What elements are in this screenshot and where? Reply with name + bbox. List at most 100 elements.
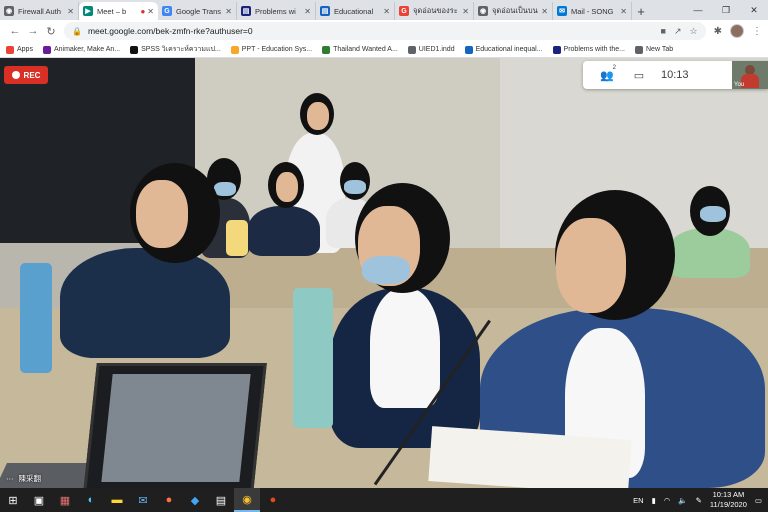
meeting-clock: 10:13 [661,69,689,81]
url-text: meet.google.com/bek-zmfn-rke?authuser=0 [87,26,253,36]
person-back-2 [248,206,320,256]
chat-icon: ▭ [633,69,645,82]
more-options-icon[interactable]: ⋯ [6,474,14,483]
edge-app-icon[interactable]: ◐ [78,488,104,512]
bookmark-new-tab[interactable]: New Tab [635,45,673,54]
close-icon[interactable]: ✕ [541,7,548,16]
person-front-left-face [136,180,188,248]
bookmark-icon [552,45,561,54]
bookmark-icon [464,45,473,54]
dropbox-app-icon[interactable]: ◆ [182,488,208,512]
share-icon[interactable]: ↗ [674,26,682,37]
close-icon[interactable]: ✕ [67,7,74,16]
self-label: You [734,82,745,88]
mail-app-icon[interactable]: ✉ [130,488,156,512]
chat-button[interactable]: ▭ [623,61,655,89]
menu-icon[interactable]: ⋮ [752,26,762,37]
close-icon[interactable]: ✕ [620,7,627,16]
chrome-app-icon[interactable]: ◉ [234,488,260,512]
translate-icon: G [162,6,172,16]
close-icon[interactable]: ✕ [225,7,232,16]
mail-icon: ✉ [557,6,567,16]
globe-icon: ◉ [478,6,488,16]
tab-meet[interactable]: ▶ Meet – b ● ✕ [79,2,158,20]
tab-google-translate[interactable]: G Google Trans ✕ [158,2,237,20]
face-mask [214,182,236,196]
bookmark-apps[interactable]: Apps [6,45,33,54]
firefox-app-icon[interactable]: ● [156,488,182,512]
tab-thai-search[interactable]: G จุดอ่อนของระ ✕ [395,2,474,20]
laptop [83,363,267,488]
system-tray: EN ▮ ◠ 🔈 ✎ 10:13 AM 11/19/2020 ▭ [633,490,768,510]
bookmarks-bar: Apps Animaker, Make An... SPSS วิเคราะห์… [0,42,768,58]
window-controls: — ❐ ✕ [684,0,768,20]
google-icon: G [399,6,409,16]
record-icon [11,71,20,79]
tab-problems[interactable]: ▤ Problems wi ✕ [237,2,316,20]
face-mask [362,256,410,284]
task-view-icon[interactable]: ▣ [26,488,52,512]
new-tab-button[interactable]: + [632,2,650,20]
bookmark-thailand[interactable]: Thailand Wanted A... [322,45,398,54]
battery-icon[interactable]: ▮ [652,496,656,505]
wifi-icon[interactable]: ◠ [664,496,671,505]
tab-mail[interactable]: ✉ Mail - SONG ✕ [553,2,632,20]
bookmark-icon [42,45,51,54]
powerpoint-app-icon[interactable]: ● [260,488,286,512]
windows-start-icon[interactable]: ⊞ [0,488,26,512]
reload-icon[interactable]: ↻ [42,25,60,38]
close-window-icon[interactable]: ✕ [740,0,768,20]
recording-dot-icon: ● [140,6,146,16]
speaker-name: 陳采翻 [18,474,42,483]
participants-button[interactable]: 👥 2 [591,61,623,89]
bookmark-educational[interactable]: Educational inequal... [464,45,543,54]
file-explorer-icon[interactable]: ▬ [104,488,130,512]
restore-icon[interactable]: ❐ [712,0,740,20]
face-mask [344,180,366,194]
url-field[interactable]: 🔒 meet.google.com/bek-zmfn-rke?authuser=… [64,22,706,40]
windows-taskbar: ⊞ ▣ ▦ ◐ ▬ ✉ ● ◆ ▤ ◉ ● EN ▮ ◠ 🔈 ✎ 10:13 A… [0,488,768,512]
tab-strip: ◉ Firewall Auth ✕ ▶ Meet – b ● ✕ G Google Tran… [0,0,768,20]
close-icon[interactable]: ✕ [147,7,154,16]
bookmark-animaker[interactable]: Animaker, Make An... [42,45,120,54]
self-view-tile[interactable]: You [732,61,768,89]
meet-icon: ▶ [83,6,93,16]
tab-thai-page[interactable]: ◉ จุดอ่อนเป็นบน ✕ [474,2,553,20]
volume-icon[interactable]: 🔈 [678,496,687,505]
minimize-icon[interactable]: — [684,0,712,20]
apps-grid-icon [6,45,14,54]
camera-icon[interactable]: ■ [661,26,666,37]
bookmark-icon [322,45,331,54]
news-app-icon[interactable]: ▤ [208,488,234,512]
close-icon[interactable]: ✕ [383,7,390,16]
person-back-2-face [276,172,298,202]
shirt-collar [370,288,440,408]
person-front-left [60,248,230,358]
close-icon[interactable]: ✕ [462,7,469,16]
bookmark-uied[interactable]: UIED1.indd [407,45,455,54]
doc-icon: ▤ [241,6,251,16]
bookmark-ppt[interactable]: PPT - Education Sys... [230,45,312,54]
video-feed [0,58,768,488]
notifications-icon[interactable]: ▭ [755,496,762,505]
bookmark-problems[interactable]: Problems with the... [552,45,625,54]
profile-avatar[interactable] [730,24,744,38]
language-indicator[interactable]: EN [633,496,643,505]
tab-firewall[interactable]: ◉ Firewall Auth ✕ [0,2,79,20]
globe-icon [635,45,643,54]
forward-icon[interactable]: → [24,25,42,37]
system-clock[interactable]: 10:13 AM 11/19/2020 [710,490,747,510]
close-icon[interactable]: ✕ [304,7,311,16]
bookmark-spss[interactable]: SPSS วิเคราะห์ความแป... [130,44,221,55]
bookmark-icon [230,45,239,54]
cup [226,220,248,256]
pen-icon[interactable]: ✎ [696,496,702,505]
speaker-name-badge: ⋯ 陳采翻 [6,473,41,484]
address-bar: ← → ↻ 🔒 meet.google.com/bek-zmfn-rke?aut… [0,20,768,42]
calculator-app-icon[interactable]: ▦ [52,488,78,512]
lock-icon[interactable]: 🔒 [72,27,82,36]
back-icon[interactable]: ← [6,25,24,37]
extensions-icon[interactable]: ✱ [714,26,722,37]
star-icon[interactable]: ☆ [690,26,698,37]
tab-educational[interactable]: ▤ Educational ✕ [316,2,395,20]
